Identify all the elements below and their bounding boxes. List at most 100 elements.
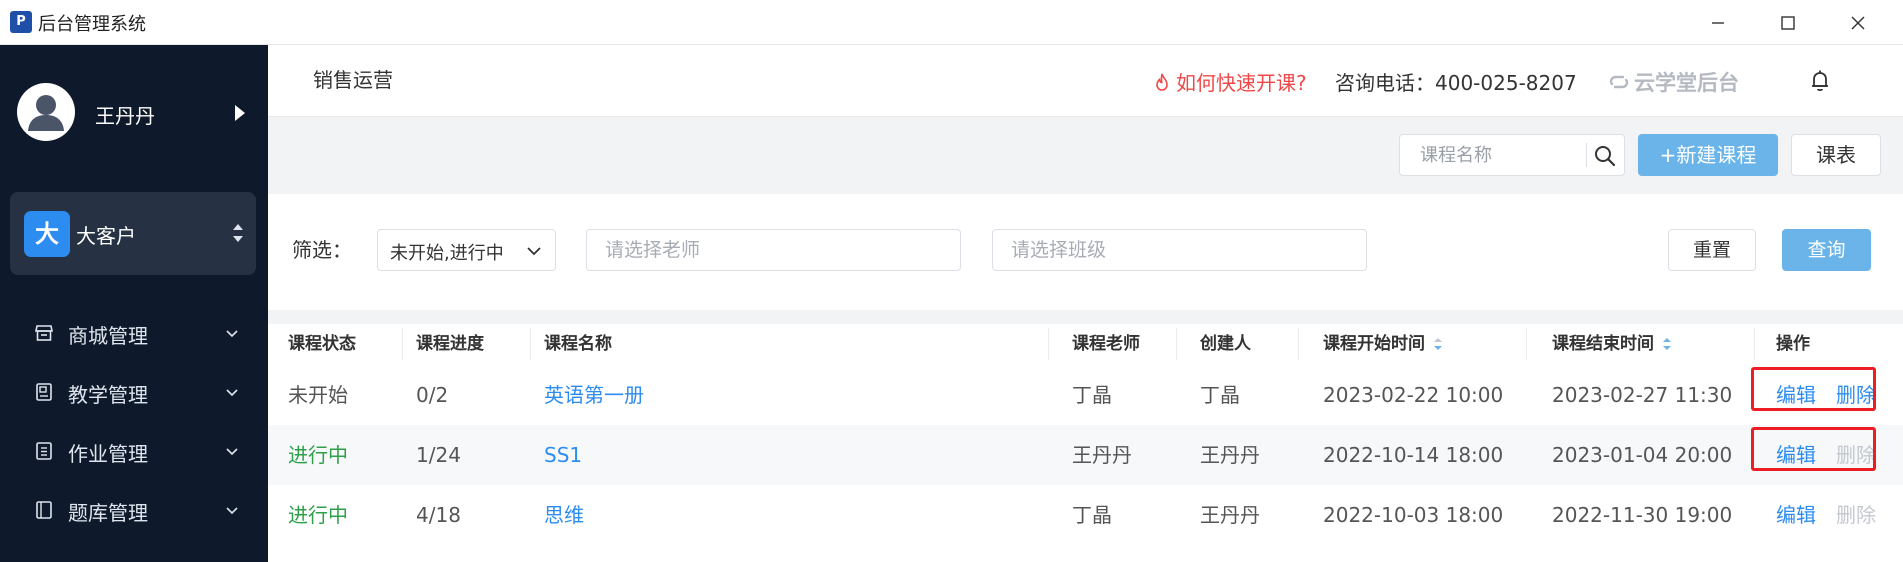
book-icon [36, 383, 52, 401]
table-row: 进行中 4/18 思维 丁晶 王丹丹 2022-10-03 18:00 2022… [268, 485, 1903, 545]
column-header-end-time[interactable]: 课程结束时间 [1532, 324, 1672, 364]
course-end-time: 2022-11-30 19:00 [1552, 503, 1733, 527]
caret-right-icon [235, 105, 245, 121]
minimize-button[interactable] [1683, 0, 1753, 45]
chevron-down-icon [527, 247, 541, 256]
course-end-time: 2023-01-04 20:00 [1552, 443, 1733, 467]
app-icon: P [10, 11, 32, 33]
consult-phone: 咨询电话：400-025-8207 [1335, 71, 1577, 95]
cloud-loop-icon [1609, 75, 1629, 89]
column-divider [1176, 328, 1177, 360]
title-bar: P 后台管理系统 [0, 0, 1903, 45]
column-header-end-time-label: 课程结束时间 [1552, 334, 1654, 354]
homework-icon [36, 442, 52, 460]
column-header-progress: 课程进度 [416, 334, 484, 354]
sidebar-item-label: 题库管理 [68, 501, 148, 525]
quick-start-link[interactable]: 如何快速开课? [1154, 67, 1307, 96]
sort-icon [1662, 338, 1671, 350]
query-button[interactable]: 查询 [1782, 229, 1871, 271]
column-header-start-time[interactable]: 课程开始时间 [1303, 324, 1443, 364]
sidebar-item-homework[interactable]: 作业管理 [0, 423, 268, 479]
column-divider [1048, 328, 1049, 360]
org-badge: 大 [24, 211, 70, 257]
course-name-link[interactable]: 思维 [524, 485, 584, 545]
column-header-start-time-label: 课程开始时间 [1323, 334, 1425, 354]
column-divider [1754, 328, 1755, 360]
toolbar: +新建课程 课表 [268, 117, 1903, 193]
search-divider [1586, 143, 1587, 167]
chevron-down-icon [226, 507, 238, 515]
sidebar-item-teaching[interactable]: 教学管理 [0, 364, 268, 420]
course-creator: 丁晶 [1200, 383, 1240, 407]
course-status: 未开始 [288, 383, 348, 407]
sort-icon [1433, 338, 1442, 350]
course-teacher: 丁晶 [1072, 503, 1112, 527]
maximize-button[interactable] [1753, 0, 1823, 45]
bell-icon[interactable] [1808, 68, 1832, 94]
chevron-down-icon [226, 448, 238, 456]
brand-name: 云学堂后台 [1634, 71, 1739, 95]
sidebar-item-store[interactable]: 商城管理 [0, 305, 268, 361]
column-header-name: 课程名称 [544, 334, 612, 354]
table-row: 进行中 1/24 SS1 王丹丹 王丹丹 2022-10-14 18:00 20… [268, 425, 1903, 485]
column-header-creator: 创建人 [1200, 334, 1251, 354]
course-name-link[interactable]: SS1 [524, 425, 582, 485]
search-icon[interactable] [1592, 143, 1618, 169]
sidebar-item-label: 作业管理 [68, 442, 148, 466]
course-table: 课程状态 课程进度 课程名称 课程老师 创建人 课程开始时间 课程结束时间 操作… [268, 324, 1903, 562]
sidebar-item-question-bank[interactable]: 题库管理 [0, 482, 268, 538]
chevron-down-icon [226, 389, 238, 397]
highlight-box [1751, 427, 1876, 471]
top-header: 销售运营 如何快速开课? 咨询电话：400-025-8207 云学堂后台 [268, 45, 1903, 117]
course-start-time: 2023-02-22 10:00 [1323, 383, 1504, 407]
org-name: 大客户 [76, 224, 136, 248]
org-switcher[interactable]: 大 大客户 [10, 192, 256, 275]
window-title: 后台管理系统 [38, 14, 146, 35]
course-progress: 4/18 [416, 503, 461, 527]
edit-button[interactable]: 编辑 [1776, 503, 1816, 527]
column-header-actions: 操作 [1776, 334, 1810, 354]
reset-button[interactable]: 重置 [1668, 229, 1756, 271]
teacher-select[interactable] [586, 229, 961, 271]
sidebar: 王丹丹 大 大客户 商城管理 教学管理 作业管理 题库管理 [0, 45, 268, 562]
table-row: 未开始 0/2 英语第一册 丁晶 丁晶 2023-02-22 10:00 202… [268, 365, 1903, 425]
course-progress: 0/2 [416, 383, 449, 407]
minimize-icon [1712, 21, 1724, 24]
user-avatar-icon [28, 95, 64, 131]
row-actions: 编辑 删除 [1756, 485, 1876, 545]
column-header-teacher: 课程老师 [1072, 334, 1140, 354]
delete-button-disabled: 删除 [1836, 503, 1876, 527]
course-teacher: 丁晶 [1072, 383, 1112, 407]
course-search-input[interactable] [1400, 135, 1586, 175]
course-creator: 王丹丹 [1200, 443, 1260, 467]
maximize-icon [1781, 15, 1795, 30]
sort-toggle-icon [233, 224, 243, 242]
close-button[interactable] [1823, 0, 1893, 45]
filter-bar: 筛选： 未开始,进行中 重置 查询 [268, 194, 1903, 310]
flame-icon [1156, 73, 1168, 91]
filter-label: 筛选： [292, 238, 352, 262]
course-creator: 王丹丹 [1200, 503, 1260, 527]
course-name-link[interactable]: 英语第一册 [524, 365, 644, 425]
close-icon [1851, 16, 1865, 29]
page-title: 销售运营 [313, 68, 393, 92]
schedule-button[interactable]: 课表 [1791, 134, 1881, 176]
course-search [1399, 134, 1625, 176]
course-status: 进行中 [288, 503, 348, 527]
new-course-button[interactable]: +新建课程 [1638, 134, 1778, 176]
sidebar-item-label: 商城管理 [68, 324, 148, 348]
course-start-time: 2022-10-03 18:00 [1323, 503, 1504, 527]
course-status: 进行中 [288, 443, 348, 467]
store-icon [35, 325, 53, 341]
highlight-box [1751, 367, 1876, 411]
user-profile[interactable]: 王丹丹 [0, 45, 268, 180]
class-select[interactable] [992, 229, 1367, 271]
question-bank-icon [36, 501, 52, 519]
status-select[interactable]: 未开始,进行中 [377, 229, 556, 271]
course-end-time: 2023-02-27 11:30 [1552, 383, 1733, 407]
column-header-status: 课程状态 [288, 334, 356, 354]
course-teacher: 王丹丹 [1072, 443, 1132, 467]
table-header: 课程状态 课程进度 课程名称 课程老师 创建人 课程开始时间 课程结束时间 操作 [268, 324, 1903, 364]
avatar [17, 83, 75, 141]
brand-logo: 云学堂后台 [1608, 67, 1739, 97]
